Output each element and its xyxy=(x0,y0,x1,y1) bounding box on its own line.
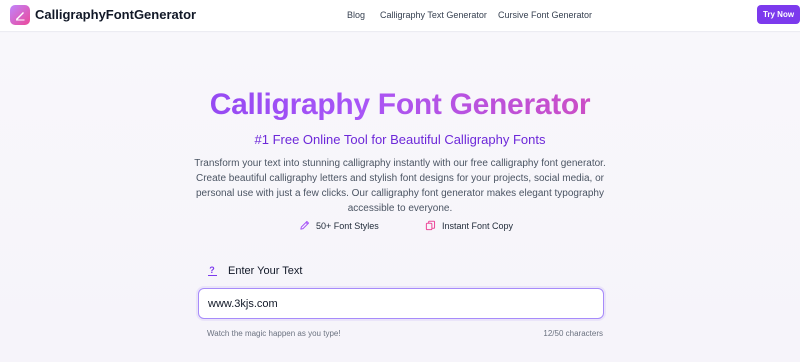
page-subtitle: #1 Free Online Tool for Beautiful Callig… xyxy=(254,132,546,147)
input-hint: Watch the magic happen as you type! xyxy=(207,329,341,338)
feature-badge-instant-copy: Instant Font Copy xyxy=(425,215,513,236)
question-icon: ? xyxy=(207,264,217,277)
feature-label: 50+ Font Styles xyxy=(316,220,379,231)
logo-pen-icon[interactable] xyxy=(10,5,30,25)
try-now-button[interactable]: Try Now xyxy=(757,5,800,24)
text-input[interactable] xyxy=(198,288,604,319)
page-description: Transform your text into stunning callig… xyxy=(194,158,606,214)
top-navbar: CalligraphyFontGenerator Blog Calligraph… xyxy=(0,0,800,32)
character-count: 12/50 characters xyxy=(543,329,603,338)
input-label-row: ? Enter Your Text xyxy=(207,265,302,277)
nav-link-cursive-font-generator[interactable]: Cursive Font Generator xyxy=(498,10,592,20)
input-label: Enter Your Text xyxy=(228,265,303,277)
feature-label: Instant Font Copy xyxy=(442,220,514,231)
nav-link-calligraphy-text-generator[interactable]: Calligraphy Text Generator xyxy=(380,10,487,20)
brand-name[interactable]: CalligraphyFontGenerator xyxy=(35,7,196,22)
nav-link-blog[interactable]: Blog xyxy=(347,10,365,20)
pencil-icon xyxy=(299,220,310,231)
copy-icon xyxy=(425,220,436,231)
feature-badge-font-styles: 50+ Font Styles xyxy=(299,215,379,236)
page-title: Calligraphy Font Generator xyxy=(0,88,800,122)
